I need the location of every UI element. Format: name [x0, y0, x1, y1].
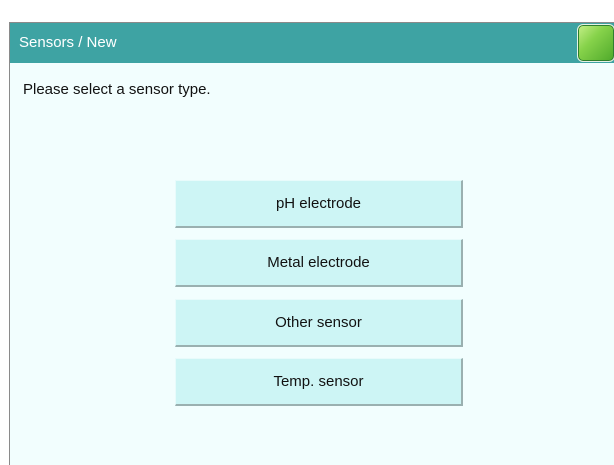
temp-sensor-label: Temp. sensor [273, 372, 364, 390]
ph-electrode-label: pH electrode [275, 194, 362, 212]
title-bar: Sensors / New [10, 23, 614, 63]
status-led-icon[interactable] [577, 24, 614, 62]
screen: Sensors / New Please select a sensor typ… [0, 0, 614, 465]
instruction-text: Please select a sensor type. [23, 81, 211, 98]
page-title: Sensors / New [19, 34, 117, 51]
ph-electrode-button[interactable]: pH electrode [175, 180, 463, 228]
metal-electrode-button[interactable]: Metal electrode [175, 239, 463, 287]
sensors-new-dialog: Sensors / New Please select a sensor typ… [9, 22, 614, 465]
temp-sensor-button[interactable]: Temp. sensor [175, 358, 463, 406]
other-sensor-button[interactable]: Other sensor [175, 299, 463, 347]
metal-electrode-label: Metal electrode [267, 253, 370, 271]
other-sensor-label: Other sensor [275, 313, 362, 331]
